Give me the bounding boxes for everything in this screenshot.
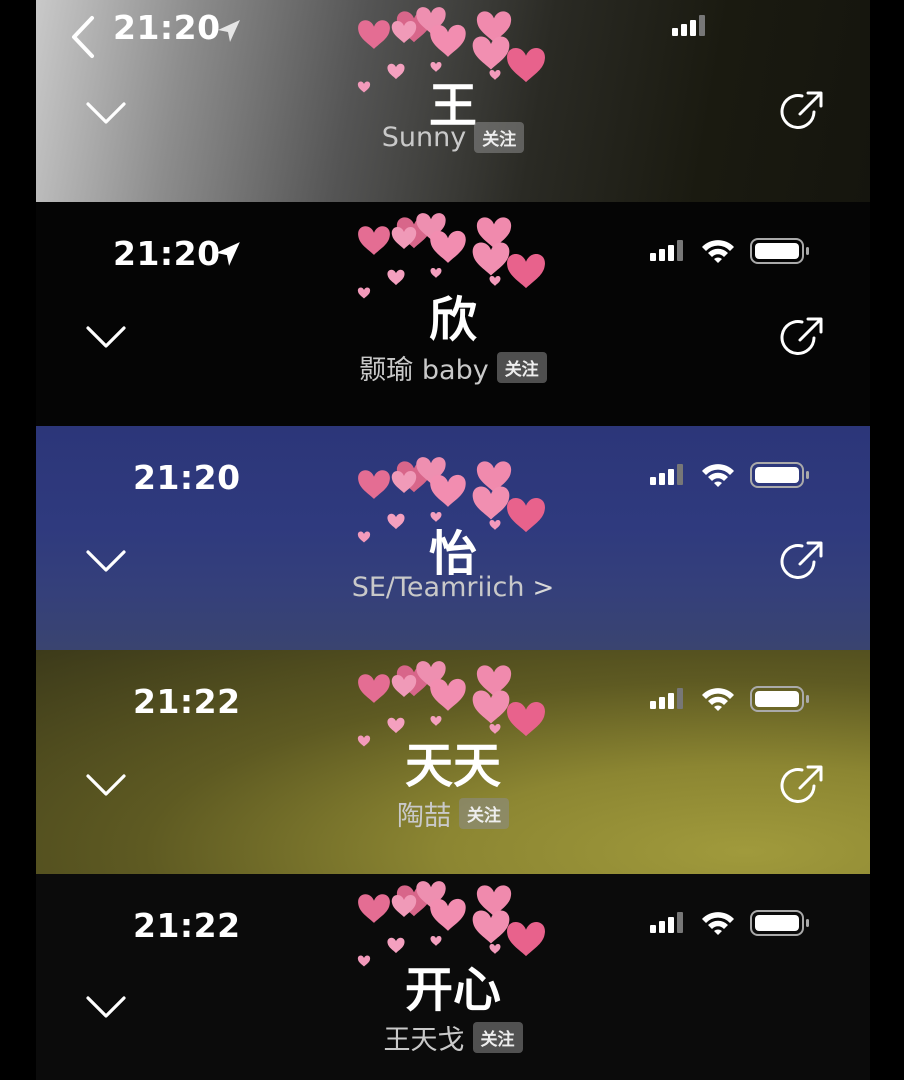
follow-button[interactable]: 关注 <box>474 122 525 153</box>
wifi-icon <box>700 686 736 716</box>
status-time: 21:20 <box>133 458 241 497</box>
signal-icon <box>650 911 686 939</box>
battery-icon <box>750 238 810 268</box>
profile-card-3: 21:22 天天 陶喆 关注 <box>36 650 870 874</box>
profile-name: 天天 <box>404 738 501 794</box>
profile-card-0: 21:20 王 Sunny 关注 <box>36 0 870 202</box>
wifi-icon <box>700 238 736 268</box>
status-time: 21:20 <box>113 234 221 273</box>
status-time: 21:22 <box>133 906 241 945</box>
wifi-icon <box>700 462 736 492</box>
profile-subtitle-row: 颢瑜 baby 关注 <box>36 348 870 387</box>
profile-subtitle-row[interactable]: SE/Teamriich > <box>36 572 870 603</box>
chevron-down-icon[interactable] <box>86 100 128 130</box>
signal-icon <box>650 463 686 491</box>
profile-card-1: 21:20 欣 颢瑜 baby 关注 <box>36 202 870 426</box>
profile-subtitle-row: Sunny 关注 <box>36 122 870 153</box>
share-icon[interactable] <box>780 90 824 138</box>
profile-name: 开心 <box>404 962 501 1018</box>
battery-icon <box>750 462 810 492</box>
wifi-icon <box>700 910 736 940</box>
chevron-down-icon[interactable] <box>86 548 128 578</box>
battery-icon <box>750 686 810 716</box>
status-bar-icons <box>650 910 810 940</box>
profile-card-2: 21:20 怡 SE/Teamriich > <box>36 426 870 650</box>
status-bar-icons <box>650 686 810 716</box>
back-icon[interactable] <box>70 14 98 64</box>
share-icon[interactable] <box>780 540 824 588</box>
chevron-right-icon: > <box>532 572 555 603</box>
share-icon[interactable] <box>780 316 824 364</box>
profile-subtitle: 陶喆 <box>397 801 451 832</box>
status-bar-icons <box>650 238 810 268</box>
location-arrow-icon <box>214 240 242 272</box>
battery-icon <box>750 910 810 940</box>
status-time: 21:20 <box>113 8 221 47</box>
signal-icon <box>650 687 686 715</box>
profile-subtitle-row: 陶喆 关注 <box>36 794 870 833</box>
chevron-down-icon[interactable] <box>86 994 128 1024</box>
chevron-down-icon[interactable] <box>86 772 128 802</box>
follow-button[interactable]: 关注 <box>496 352 547 383</box>
profile-name: 欣 <box>428 292 477 348</box>
signal-icon <box>672 14 708 42</box>
signal-icon <box>650 239 686 267</box>
follow-button[interactable]: 关注 <box>459 798 509 829</box>
status-bar-icons <box>650 462 810 492</box>
profile-subtitle: 颢瑜 baby <box>359 355 489 386</box>
profile-subtitle: SE/Teamriich <box>351 572 525 603</box>
profile-subtitle: Sunny <box>381 122 467 153</box>
profile-card-4: 21:22 开心 王天戈 关注 <box>36 874 870 1080</box>
share-icon[interactable] <box>780 764 824 812</box>
profile-subtitle: 王天戈 <box>383 1025 465 1056</box>
chevron-down-icon[interactable] <box>86 324 128 354</box>
status-bar-icons <box>672 14 810 42</box>
location-arrow-icon <box>216 18 242 48</box>
profile-subtitle-row: 王天戈 关注 <box>36 1018 870 1057</box>
follow-button[interactable]: 关注 <box>472 1022 523 1053</box>
status-time: 21:22 <box>133 682 241 721</box>
